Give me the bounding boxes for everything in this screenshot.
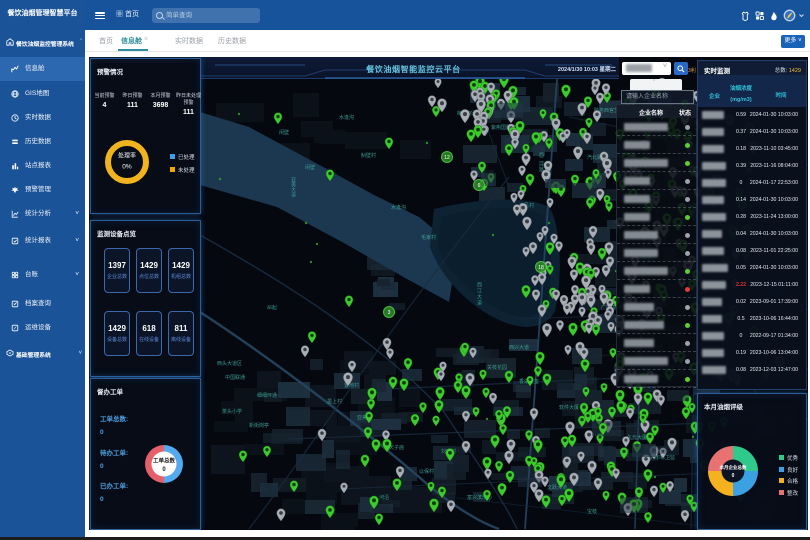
svg-text:以保村: 以保村 — [419, 468, 434, 475]
svg-text:宝枝: 宝枝 — [587, 508, 597, 515]
svg-text:闲壁: 闲壁 — [279, 129, 289, 136]
svg-text:细细环通: 细细环通 — [257, 392, 277, 399]
svg-text:河沿: 河沿 — [379, 494, 389, 501]
svg-text:工单总数: 工单总数 — [153, 457, 176, 465]
svg-text:本月企业总数: 本月企业总数 — [720, 464, 747, 471]
svg-text:西头大道区: 西头大道区 — [217, 360, 242, 367]
svg-text:文跃大道: 文跃大道 — [547, 484, 567, 491]
svg-text:毛家村: 毛家村 — [421, 234, 436, 241]
svg-text:水逢沟: 水逢沟 — [339, 114, 354, 121]
svg-text:3: 3 — [388, 310, 391, 316]
svg-text:18: 18 — [538, 265, 544, 271]
svg-text:墨上村: 墨上村 — [327, 398, 342, 405]
svg-text:关枝花园: 关枝花园 — [487, 364, 507, 371]
svg-text:水逢沟: 水逢沟 — [391, 204, 406, 211]
svg-text:软件大厦: 软件大厦 — [559, 404, 579, 411]
svg-text:3利: 3利 — [688, 67, 696, 74]
svg-text:6: 6 — [478, 183, 481, 189]
svg-text:闲壁: 闲壁 — [305, 164, 315, 171]
svg-text:0: 0 — [732, 473, 735, 479]
svg-text:12: 12 — [444, 155, 450, 161]
svg-text:处理率: 处理率 — [118, 152, 136, 160]
svg-text:斛壁村: 斛壁村 — [361, 152, 376, 159]
svg-text:昂起: 昂起 — [267, 305, 277, 311]
svg-text:新街岗亭: 新街岗亭 — [249, 422, 269, 429]
svg-text:西江大道: 西江大道 — [476, 282, 482, 306]
svg-text:久元大厦: 久元大厦 — [627, 434, 647, 441]
svg-text:茶头小学: 茶头小学 — [222, 408, 242, 415]
svg-text:西二环路: 西二环路 — [538, 152, 544, 173]
svg-text:0%: 0% — [122, 164, 132, 171]
svg-text:西兴大道: 西兴大道 — [509, 344, 529, 351]
svg-text:中国联通: 中国联通 — [225, 374, 245, 381]
svg-text:亚美大道: 亚美大道 — [290, 177, 296, 198]
